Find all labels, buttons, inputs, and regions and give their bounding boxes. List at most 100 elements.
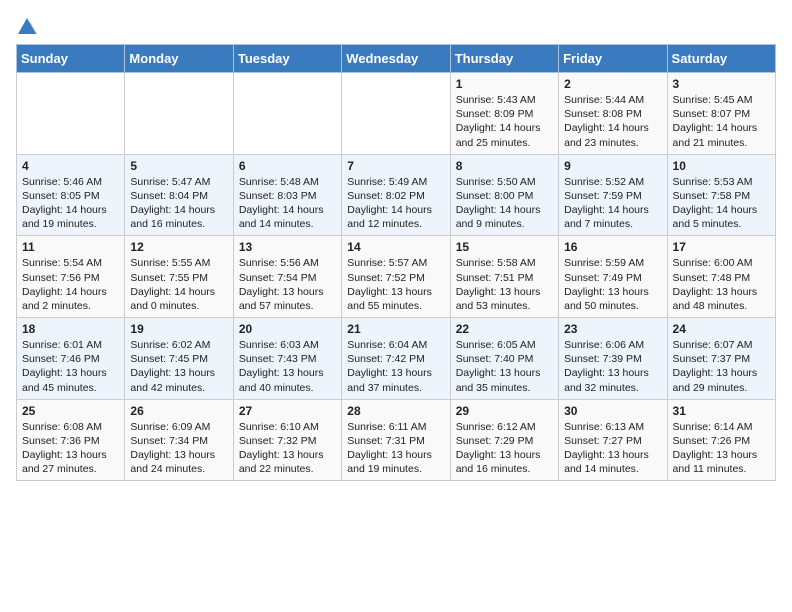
calendar-cell: 31 Sunrise: 6:14 AM Sunset: 7:26 PM Dayli… (667, 399, 775, 481)
day-number: 4 (22, 159, 119, 173)
day-info: Sunrise: 6:08 AM Sunset: 7:36 PM Dayligh… (22, 420, 119, 477)
day-number: 26 (130, 404, 227, 418)
calendar-cell: 9Sunrise: 5:52 AM Sunset: 7:59 PM Daylig… (559, 154, 667, 236)
day-info: Sunrise: 5:58 AM Sunset: 7:51 PM Dayligh… (456, 256, 553, 313)
calendar-week-row: 18Sunrise: 6:01 AM Sunset: 7:46 PM Dayli… (17, 318, 776, 400)
calendar-cell: 6 Sunrise: 5:48 AM Sunset: 8:03 PM Daylig… (233, 154, 341, 236)
calendar-cell (125, 73, 233, 155)
day-number: 12 (130, 240, 227, 254)
calendar-cell (233, 73, 341, 155)
calendar-cell: 10Sunrise: 5:53 AM Sunset: 7:58 PM Dayli… (667, 154, 775, 236)
day-info: Sunrise: 5:53 AM Sunset: 7:58 PM Dayligh… (673, 175, 770, 232)
day-info: Sunrise: 5:56 AM Sunset: 7:54 PM Dayligh… (239, 256, 336, 313)
calendar-cell: 12 Sunrise: 5:55 AM Sunset: 7:55 PM Dayli… (125, 236, 233, 318)
day-info: Sunrise: 6:04 AM Sunset: 7:42 PM Dayligh… (347, 338, 444, 395)
day-info: Sunrise: 5:59 AM Sunset: 7:49 PM Dayligh… (564, 256, 661, 313)
calendar-cell: 1Sunrise: 5:43 AM Sunset: 8:09 PM Daylig… (450, 73, 558, 155)
calendar-table: SundayMondayTuesdayWednesdayThursdayFrid… (16, 44, 776, 481)
day-number: 15 (456, 240, 553, 254)
day-number: 2 (564, 77, 661, 91)
day-number: 31 (673, 404, 770, 418)
calendar-week-row: 1Sunrise: 5:43 AM Sunset: 8:09 PM Daylig… (17, 73, 776, 155)
calendar-cell: 20Sunrise: 6:03 AM Sunset: 7:43 PM Dayli… (233, 318, 341, 400)
calendar-cell: 30 Sunrise: 6:13 AM Sunset: 7:27 PM Dayli… (559, 399, 667, 481)
day-info: Sunrise: 5:54 AM Sunset: 7:56 PM Dayligh… (22, 256, 119, 313)
calendar-cell: 23 Sunrise: 6:06 AM Sunset: 7:39 PM Dayli… (559, 318, 667, 400)
day-info: Sunrise: 6:00 AM Sunset: 7:48 PM Dayligh… (673, 256, 770, 313)
day-info: Sunrise: 6:11 AM Sunset: 7:31 PM Dayligh… (347, 420, 444, 477)
calendar-cell: 5 Sunrise: 5:47 AM Sunset: 8:04 PM Daylig… (125, 154, 233, 236)
calendar-cell: 15 Sunrise: 5:58 AM Sunset: 7:51 PM Dayli… (450, 236, 558, 318)
calendar-header-thursday: Thursday (450, 45, 558, 73)
day-info: Sunrise: 6:06 AM Sunset: 7:39 PM Dayligh… (564, 338, 661, 395)
calendar-header-saturday: Saturday (667, 45, 775, 73)
day-info: Sunrise: 6:13 AM Sunset: 7:27 PM Dayligh… (564, 420, 661, 477)
calendar-cell: 8 Sunrise: 5:50 AM Sunset: 8:00 PM Daylig… (450, 154, 558, 236)
calendar-header-row: SundayMondayTuesdayWednesdayThursdayFrid… (17, 45, 776, 73)
calendar-cell (342, 73, 450, 155)
calendar-header-sunday: Sunday (17, 45, 125, 73)
day-info: Sunrise: 5:55 AM Sunset: 7:55 PM Dayligh… (130, 256, 227, 313)
calendar-cell: 18Sunrise: 6:01 AM Sunset: 7:46 PM Dayli… (17, 318, 125, 400)
day-info: Sunrise: 5:52 AM Sunset: 7:59 PM Dayligh… (564, 175, 661, 232)
calendar-cell: 29 Sunrise: 6:12 AM Sunset: 7:29 PM Dayli… (450, 399, 558, 481)
calendar-week-row: 4 Sunrise: 5:46 AM Sunset: 8:05 PM Daylig… (17, 154, 776, 236)
day-number: 27 (239, 404, 336, 418)
calendar-cell: 26 Sunrise: 6:09 AM Sunset: 7:34 PM Dayli… (125, 399, 233, 481)
day-number: 29 (456, 404, 553, 418)
calendar-cell: 17 Sunrise: 6:00 AM Sunset: 7:48 PM Dayli… (667, 236, 775, 318)
calendar-cell: 19 Sunrise: 6:02 AM Sunset: 7:45 PM Dayli… (125, 318, 233, 400)
header (16, 10, 776, 38)
day-info: Sunrise: 6:02 AM Sunset: 7:45 PM Dayligh… (130, 338, 227, 395)
logo-icon (16, 16, 38, 38)
calendar-header-tuesday: Tuesday (233, 45, 341, 73)
day-number: 30 (564, 404, 661, 418)
calendar-header-wednesday: Wednesday (342, 45, 450, 73)
logo (16, 16, 42, 38)
day-number: 21 (347, 322, 444, 336)
calendar-week-row: 11 Sunrise: 5:54 AM Sunset: 7:56 PM Dayli… (17, 236, 776, 318)
day-number: 11 (22, 240, 119, 254)
day-number: 23 (564, 322, 661, 336)
day-info: Sunrise: 6:09 AM Sunset: 7:34 PM Dayligh… (130, 420, 227, 477)
day-info: Sunrise: 5:49 AM Sunset: 8:02 PM Dayligh… (347, 175, 444, 232)
day-info: Sunrise: 5:46 AM Sunset: 8:05 PM Dayligh… (22, 175, 119, 232)
calendar-cell: 2Sunrise: 5:44 AM Sunset: 8:08 PM Daylig… (559, 73, 667, 155)
calendar-cell: 22 Sunrise: 6:05 AM Sunset: 7:40 PM Dayli… (450, 318, 558, 400)
day-number: 20 (239, 322, 336, 336)
calendar-cell: 28 Sunrise: 6:11 AM Sunset: 7:31 PM Dayli… (342, 399, 450, 481)
day-info: Sunrise: 6:07 AM Sunset: 7:37 PM Dayligh… (673, 338, 770, 395)
day-number: 6 (239, 159, 336, 173)
calendar-cell: 11 Sunrise: 5:54 AM Sunset: 7:56 PM Dayli… (17, 236, 125, 318)
day-info: Sunrise: 6:05 AM Sunset: 7:40 PM Dayligh… (456, 338, 553, 395)
calendar-cell: 4 Sunrise: 5:46 AM Sunset: 8:05 PM Daylig… (17, 154, 125, 236)
day-number: 14 (347, 240, 444, 254)
calendar-cell: 13 Sunrise: 5:56 AM Sunset: 7:54 PM Dayli… (233, 236, 341, 318)
day-info: Sunrise: 5:47 AM Sunset: 8:04 PM Dayligh… (130, 175, 227, 232)
day-info: Sunrise: 5:45 AM Sunset: 8:07 PM Dayligh… (673, 93, 770, 150)
day-info: Sunrise: 5:50 AM Sunset: 8:00 PM Dayligh… (456, 175, 553, 232)
day-info: Sunrise: 5:48 AM Sunset: 8:03 PM Dayligh… (239, 175, 336, 232)
day-number: 28 (347, 404, 444, 418)
day-number: 19 (130, 322, 227, 336)
day-info: Sunrise: 6:10 AM Sunset: 7:32 PM Dayligh… (239, 420, 336, 477)
day-info: Sunrise: 6:12 AM Sunset: 7:29 PM Dayligh… (456, 420, 553, 477)
day-number: 22 (456, 322, 553, 336)
day-number: 7 (347, 159, 444, 173)
day-number: 17 (673, 240, 770, 254)
day-number: 13 (239, 240, 336, 254)
day-number: 5 (130, 159, 227, 173)
calendar-header-monday: Monday (125, 45, 233, 73)
day-number: 8 (456, 159, 553, 173)
day-number: 18 (22, 322, 119, 336)
calendar-cell: 21 Sunrise: 6:04 AM Sunset: 7:42 PM Dayli… (342, 318, 450, 400)
calendar-cell: 24Sunrise: 6:07 AM Sunset: 7:37 PM Dayli… (667, 318, 775, 400)
day-info: Sunrise: 5:43 AM Sunset: 8:09 PM Dayligh… (456, 93, 553, 150)
day-info: Sunrise: 6:14 AM Sunset: 7:26 PM Dayligh… (673, 420, 770, 477)
calendar-cell: 16Sunrise: 5:59 AM Sunset: 7:49 PM Dayli… (559, 236, 667, 318)
day-number: 25 (22, 404, 119, 418)
calendar-cell: 25 Sunrise: 6:08 AM Sunset: 7:36 PM Dayli… (17, 399, 125, 481)
calendar-cell: 7 Sunrise: 5:49 AM Sunset: 8:02 PM Daylig… (342, 154, 450, 236)
day-info: Sunrise: 5:57 AM Sunset: 7:52 PM Dayligh… (347, 256, 444, 313)
calendar-cell: 14 Sunrise: 5:57 AM Sunset: 7:52 PM Dayli… (342, 236, 450, 318)
